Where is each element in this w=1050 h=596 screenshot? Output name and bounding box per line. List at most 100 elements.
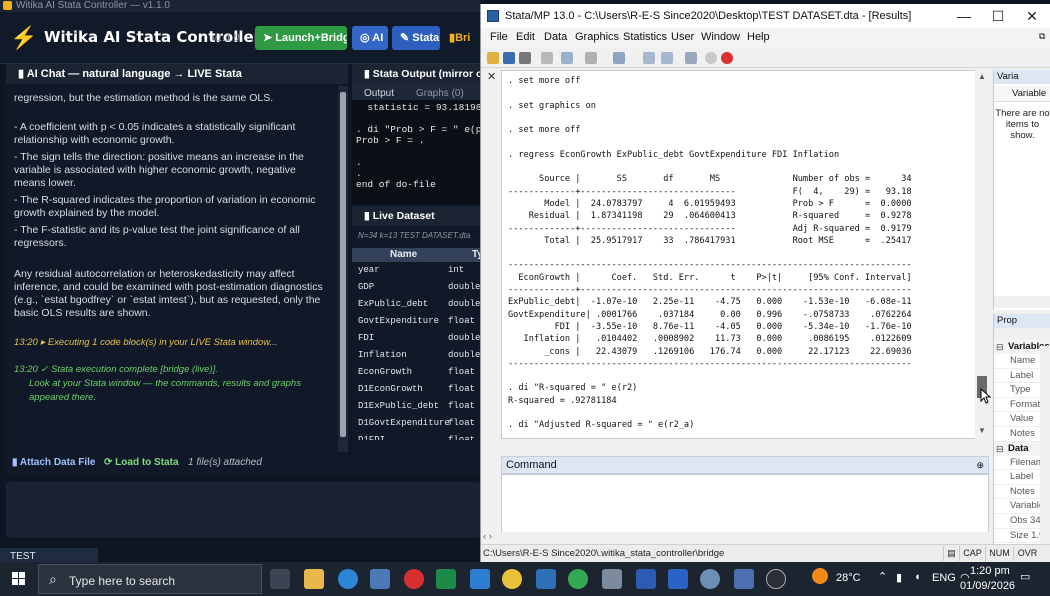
excel-icon[interactable] — [436, 569, 456, 589]
chevron-up-icon[interactable]: ⌃ — [878, 570, 887, 583]
data-browser-icon[interactable] — [661, 52, 673, 64]
chat-header: ▮ AI Chat — natural language → LIVE Stat… — [6, 64, 348, 84]
speaker-icon[interactable]: ▮ — [896, 571, 902, 584]
minimize-icon[interactable]: — — [947, 4, 981, 28]
tab-graphs[interactable]: Graphs (0) — [416, 88, 464, 99]
restore-icon[interactable]: ⧉ — [1039, 31, 1045, 42]
vscode-icon[interactable] — [470, 569, 490, 589]
task-view-icon[interactable] — [270, 569, 290, 589]
chrome-profile-icon[interactable] — [568, 569, 588, 589]
close-icon[interactable]: ✕ — [1015, 4, 1049, 28]
notification-icon[interactable]: ▭ — [1020, 570, 1030, 583]
weather-icon[interactable] — [812, 568, 828, 584]
dataset-row[interactable]: GovtExpenditure float — [352, 313, 480, 330]
command-scrollbar[interactable]: ‹ › — [481, 531, 989, 544]
dataset-row[interactable]: EconGrowth float — [352, 364, 480, 381]
terminal-icon[interactable] — [602, 569, 622, 589]
bridge-button[interactable]: ▮Bri — [445, 26, 485, 50]
edge-icon[interactable] — [338, 569, 358, 589]
menu-statistics[interactable]: Statistics — [623, 31, 667, 43]
variables-hscrollbar[interactable] — [994, 296, 1050, 308]
stata-taskbar-icon[interactable] — [536, 569, 556, 589]
var-name: year — [358, 265, 380, 275]
github-icon[interactable] — [766, 569, 786, 589]
attach-data-file-button[interactable]: ▮ Attach Data File — [12, 457, 96, 468]
print-icon[interactable] — [519, 52, 531, 64]
variables-manager-icon[interactable] — [685, 52, 697, 64]
dataset-row[interactable]: year int — [352, 262, 480, 279]
menu-edit[interactable]: Edit — [516, 31, 535, 43]
bridge-label: Bri — [455, 32, 471, 44]
graph-icon[interactable] — [585, 52, 597, 64]
chat-message: - The sign tells the direction: positive… — [14, 151, 304, 189]
dataset-column-header: Name Ty — [352, 248, 483, 262]
scroll-left-icon[interactable]: ‹ — [483, 531, 486, 541]
word-icon[interactable] — [636, 569, 656, 589]
scroll-down-icon[interactable]: ▼ — [978, 426, 986, 435]
pin-icon[interactable]: ⊕ — [976, 457, 984, 473]
clock-date[interactable]: 01/09/2026 — [960, 580, 1015, 592]
save-icon[interactable] — [503, 52, 515, 64]
network-app-icon[interactable] — [700, 569, 720, 589]
dataset-rows: year int GDP double ExPublic_debt double Go… — [352, 262, 480, 440]
stata-button[interactable]: ✎ Stata — [392, 26, 440, 50]
windows-start-icon[interactable] — [4, 568, 34, 590]
close-pane-icon[interactable]: ✕ — [487, 70, 496, 83]
file-explorer-icon[interactable] — [304, 569, 324, 589]
log-icon[interactable] — [541, 52, 553, 64]
properties-toolbar — [994, 328, 1050, 340]
search-icon: ⌕ — [49, 571, 57, 587]
tab-output[interactable]: Output — [364, 88, 394, 99]
break-icon[interactable] — [721, 52, 733, 64]
open-icon[interactable] — [487, 52, 499, 64]
calculator-icon[interactable] — [370, 569, 390, 589]
dataset-row[interactable]: FDI double — [352, 330, 480, 347]
load-to-stata-button[interactable]: ⟳ Load to Stata — [104, 457, 179, 468]
properties-scrollbar[interactable] — [1040, 346, 1050, 544]
menu-window[interactable]: Window — [701, 31, 740, 43]
variables-header-label: Varia — [997, 71, 1019, 82]
chrome-icon[interactable] — [502, 569, 522, 589]
viewer-icon[interactable] — [561, 52, 573, 64]
results-scrollbar[interactable]: ▲ ▼ — [975, 70, 989, 439]
dataset-row[interactable]: D1EconGrowth float — [352, 381, 480, 398]
weather-temp[interactable]: 28°C — [836, 572, 861, 584]
volume-icon[interactable]: ◖ — [914, 571, 921, 583]
ai-label: AI — [372, 32, 384, 44]
scroll-right-icon[interactable]: › — [489, 531, 492, 541]
status-bar: C:\Users\R-E-S Since2020\.witika_stata_c… — [481, 544, 1050, 562]
maximize-icon[interactable]: ☐ — [981, 4, 1015, 28]
menu-help[interactable]: Help — [747, 31, 770, 43]
data-editor-icon[interactable] — [643, 52, 655, 64]
more-icon[interactable] — [705, 52, 717, 64]
dataset-row[interactable]: GDP double — [352, 279, 480, 296]
pen-icon[interactable] — [734, 569, 754, 589]
dataset-row[interactable]: Inflation double — [352, 347, 480, 364]
opera-icon[interactable] — [404, 569, 424, 589]
stata-app-icon — [487, 10, 499, 22]
ai-button[interactable]: ◎ AI — [352, 26, 388, 50]
menu-user[interactable]: User — [671, 31, 694, 43]
do-file-editor-icon[interactable] — [613, 52, 625, 64]
menu-graphics[interactable]: Graphics — [575, 31, 619, 43]
dataset-row[interactable]: ExPublic_debt double — [352, 296, 480, 313]
variable-column-header[interactable]: Variable — [994, 86, 1050, 102]
chat-input[interactable] — [6, 482, 480, 538]
menu-file[interactable]: File — [490, 31, 508, 43]
command-input[interactable] — [501, 474, 989, 536]
dataset-row[interactable]: D1FDI float — [352, 432, 480, 440]
load-label: Load to Stata — [115, 457, 179, 468]
clock-time[interactable]: 1:20 pm — [970, 565, 1010, 577]
properties-header-label: Prop — [997, 315, 1018, 326]
chat-scrollbar[interactable] — [338, 86, 348, 452]
launch-bridge-button[interactable]: ➤ Launch+Bridge — [255, 26, 347, 50]
mail-icon[interactable] — [668, 569, 688, 589]
left-dock-strip: ✕ — [481, 70, 501, 450]
dataset-row[interactable]: D1GovtExpenditure float — [352, 415, 480, 432]
menu-data[interactable]: Data — [544, 31, 567, 43]
language-indicator[interactable]: ENG — [932, 572, 956, 584]
scroll-up-icon[interactable]: ▲ — [978, 72, 986, 81]
chat-scroll-thumb[interactable] — [340, 92, 346, 437]
dataset-row[interactable]: D1ExPublic_debt float — [352, 398, 480, 415]
taskbar-search[interactable]: ⌕ Type here to search — [38, 564, 262, 594]
